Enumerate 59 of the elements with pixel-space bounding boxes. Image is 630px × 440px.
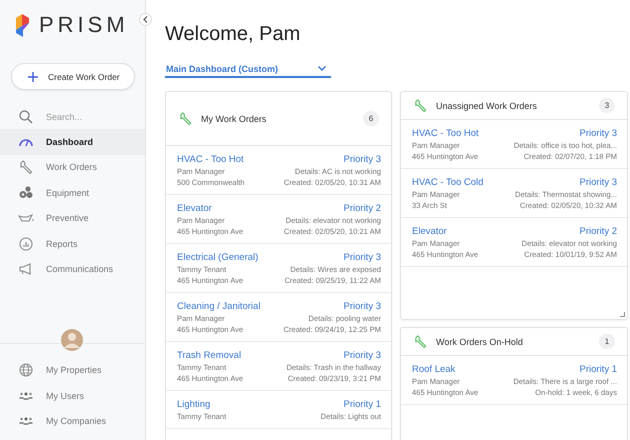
chevron-left-icon xyxy=(143,16,148,23)
wrench-icon xyxy=(414,99,427,112)
search-icon xyxy=(19,110,33,124)
wrench-icon xyxy=(414,335,427,348)
logo-icon xyxy=(16,14,30,36)
priority-label: Priority 3 xyxy=(344,251,381,264)
work-order-title[interactable]: Elevator xyxy=(412,225,447,238)
chevron-down-icon xyxy=(318,66,326,71)
work-order-title[interactable]: HVAC - Too Hot xyxy=(412,127,479,140)
panel-title: Work Orders On-Hold xyxy=(436,336,524,346)
gauge-icon xyxy=(19,136,33,147)
panel-title: Unassigned Work Orders xyxy=(436,100,538,110)
priority-label: Priority 3 xyxy=(344,300,381,313)
priority-label: Priority 3 xyxy=(580,176,617,189)
priority-label: Priority 3 xyxy=(344,153,381,166)
brand-name: PRISM xyxy=(39,12,129,38)
priority-label: Priority 1 xyxy=(580,363,617,376)
dashboard-dropdown[interactable]: Main Dashboard (Custom) xyxy=(165,61,331,78)
create-work-order-button[interactable]: Create Work Order xyxy=(11,63,135,90)
priority-label: Priority 3 xyxy=(580,127,617,140)
gears-icon xyxy=(19,186,33,200)
work-order-title[interactable]: Lighting xyxy=(177,398,210,411)
nav-item[interactable]: Equipment xyxy=(0,180,145,206)
count-badge: 3 xyxy=(599,98,615,113)
users-icon xyxy=(19,392,33,400)
wrench-icon xyxy=(179,112,192,125)
nav-item[interactable]: Preventive xyxy=(0,206,145,231)
priority-label: Priority 1 xyxy=(344,398,381,411)
nav-item[interactable]: My Users xyxy=(0,383,145,408)
nav-item[interactable]: My Companies xyxy=(0,408,145,434)
priority-label: Priority 2 xyxy=(344,202,381,215)
avatar xyxy=(61,328,83,350)
resize-grip-icon[interactable] xyxy=(620,312,625,317)
count-badge: 6 xyxy=(363,111,379,126)
work-order-title[interactable]: Trash Removal xyxy=(177,349,242,362)
nav-item[interactable]: Work Orders xyxy=(0,154,145,180)
nav-item[interactable]: Dashboard xyxy=(0,129,145,154)
work-order-title[interactable]: Elevator xyxy=(177,202,212,215)
chart-icon xyxy=(19,236,33,251)
priority-label: Priority 3 xyxy=(344,349,381,362)
panel-title: My Work Orders xyxy=(201,114,268,124)
users-icon xyxy=(19,417,33,426)
collapse-button[interactable] xyxy=(139,13,152,26)
megaphone-icon xyxy=(19,263,33,276)
welcome-heading: Welcome, Pam xyxy=(165,22,302,46)
work-order-title[interactable]: HVAC - Too Cold xyxy=(412,176,484,189)
nav-item[interactable]: Communications xyxy=(0,256,145,282)
nav-item[interactable]: My Properties xyxy=(0,358,145,383)
work-order-title[interactable]: HVAC - Too Hot xyxy=(177,153,244,166)
plus-icon xyxy=(28,72,38,82)
work-order-title[interactable]: Electrical (General) xyxy=(177,251,258,264)
nav-item[interactable]: Reports xyxy=(0,231,145,256)
search-field[interactable]: Search... xyxy=(46,112,126,122)
count-badge: 1 xyxy=(599,334,615,349)
globe-icon xyxy=(19,363,33,378)
wrench-icon xyxy=(19,160,33,174)
work-order-title[interactable]: Cleaning / Janitorial xyxy=(177,300,260,313)
work-order-title[interactable]: Roof Leak xyxy=(412,363,456,376)
priority-label: Priority 2 xyxy=(580,225,617,238)
